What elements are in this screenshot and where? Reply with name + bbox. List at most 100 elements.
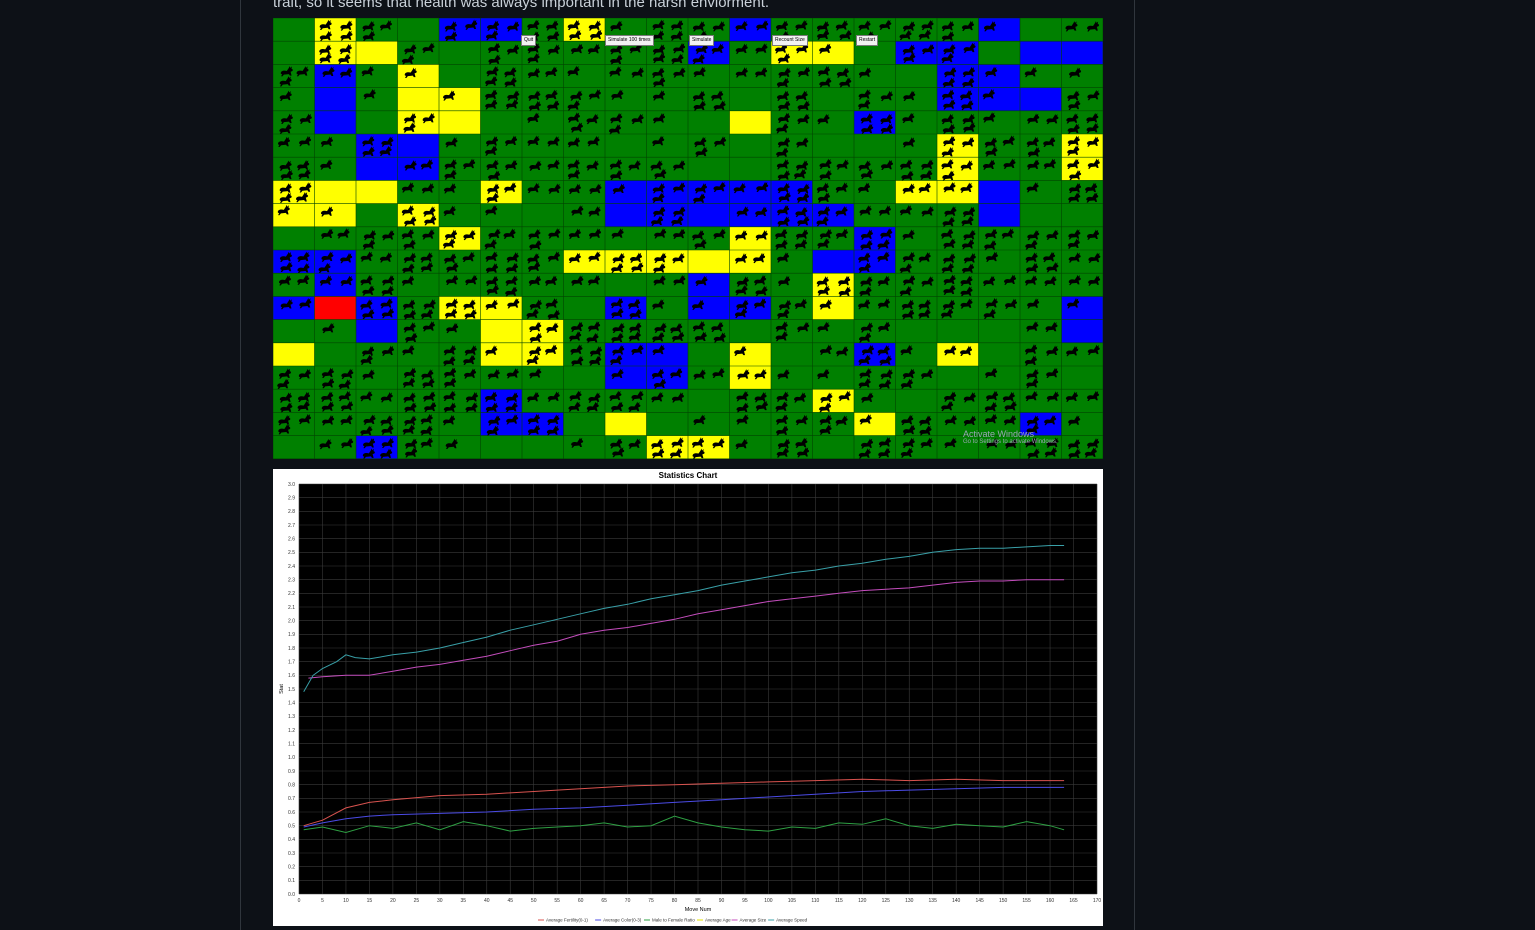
grid-cell[interactable] (729, 412, 772, 437)
grid-cell[interactable] (1020, 87, 1062, 112)
grid-cell[interactable] (895, 180, 938, 205)
grid-cell[interactable] (1061, 319, 1104, 344)
grid-cell[interactable] (895, 412, 938, 437)
grid-cell[interactable] (397, 412, 440, 437)
grid-cell[interactable] (1061, 203, 1104, 228)
grid-cell[interactable] (314, 157, 357, 181)
grid-cell[interactable] (729, 41, 772, 65)
grid-cell[interactable] (688, 110, 730, 135)
grid-cell[interactable] (480, 203, 523, 228)
grid-cell[interactable] (356, 110, 398, 135)
grid-cell[interactable] (771, 342, 813, 367)
grid-cell[interactable] (688, 134, 730, 158)
grid-cell[interactable] (812, 296, 855, 321)
simulate-button[interactable]: Simulate (689, 35, 715, 46)
grid-cell[interactable] (1020, 203, 1062, 228)
grid-cell[interactable] (439, 319, 481, 344)
grid-cell[interactable] (397, 18, 440, 42)
grid-cell[interactable] (314, 226, 357, 251)
grid-cell[interactable] (895, 296, 938, 321)
grid-cell[interactable] (356, 203, 398, 228)
grid-cell[interactable] (812, 435, 855, 459)
grid-cell[interactable] (729, 296, 772, 321)
grid-cell[interactable] (937, 342, 979, 367)
grid-cell[interactable] (729, 110, 772, 135)
grid-cell[interactable] (356, 87, 398, 112)
grid-cell[interactable] (563, 41, 606, 65)
grid-cell[interactable] (522, 366, 564, 390)
grid-cell[interactable] (439, 110, 481, 135)
grid-cell[interactable] (356, 18, 398, 42)
grid-cell[interactable] (563, 64, 606, 89)
grid-cell[interactable] (729, 366, 772, 390)
grid-cell[interactable] (978, 64, 1021, 89)
grid-cell[interactable] (812, 250, 855, 274)
grid-cell[interactable] (522, 435, 564, 459)
grid-cell[interactable] (563, 110, 606, 135)
grid-cell[interactable] (1061, 412, 1104, 437)
grid-cell[interactable] (314, 296, 357, 321)
grid-cell[interactable] (771, 273, 813, 297)
grid-cell[interactable] (273, 273, 315, 297)
grid-cell[interactable] (522, 319, 564, 344)
grid-cell[interactable] (688, 250, 730, 274)
grid-cell[interactable] (273, 18, 315, 42)
grid-cell[interactable] (895, 134, 938, 158)
grid-cell[interactable] (439, 134, 481, 158)
grid-cell[interactable] (563, 296, 606, 321)
grid-cell[interactable] (522, 203, 564, 228)
grid-cell[interactable] (563, 412, 606, 437)
grid-cell[interactable] (978, 203, 1021, 228)
grid-cell[interactable] (1020, 41, 1062, 65)
grid-cell[interactable] (1020, 296, 1062, 321)
grid-cell[interactable] (522, 64, 564, 89)
grid-cell[interactable] (771, 250, 813, 274)
grid-cell[interactable] (688, 157, 730, 181)
grid-cell[interactable] (646, 342, 689, 367)
grid-cell[interactable] (397, 157, 440, 181)
grid-cell[interactable] (522, 87, 564, 112)
grid-cell[interactable] (314, 342, 357, 367)
grid-cell[interactable] (356, 64, 398, 89)
grid-cell[interactable] (273, 319, 315, 344)
grid-cell[interactable] (356, 41, 398, 65)
grid-cell[interactable] (729, 87, 772, 112)
grid-cell[interactable] (522, 273, 564, 297)
grid-cell[interactable] (314, 319, 357, 344)
grid-cell[interactable] (314, 412, 357, 437)
recount-size-button[interactable]: Recount Size (772, 35, 808, 46)
grid-cell[interactable] (978, 18, 1021, 42)
grid-cell[interactable] (688, 366, 730, 390)
grid-cell[interactable] (978, 180, 1021, 205)
grid-cell[interactable] (1061, 64, 1104, 89)
grid-cell[interactable] (605, 87, 647, 112)
grid-cell[interactable] (812, 41, 855, 65)
grid-cell[interactable] (356, 250, 398, 274)
grid-cell[interactable] (1061, 41, 1104, 65)
grid-cell[interactable] (314, 180, 357, 205)
grid-cell[interactable] (480, 366, 523, 390)
grid-cell[interactable] (978, 319, 1021, 344)
grid-cell[interactable] (356, 366, 398, 390)
grid-cell[interactable] (605, 319, 647, 344)
grid-cell[interactable] (314, 87, 357, 112)
grid-cell[interactable] (937, 180, 979, 205)
grid-cell[interactable] (688, 342, 730, 367)
grid-cell[interactable] (812, 342, 855, 367)
grid-cell[interactable] (646, 296, 689, 321)
grid-cell[interactable] (729, 250, 772, 274)
grid-cell[interactable] (273, 250, 315, 274)
grid-cell[interactable] (480, 435, 523, 459)
grid-cell[interactable] (605, 412, 647, 437)
grid-cell[interactable] (605, 226, 647, 251)
grid-cell[interactable] (729, 435, 772, 459)
grid-cell[interactable] (1061, 250, 1104, 274)
grid-cell[interactable] (854, 134, 896, 158)
grid-cell[interactable] (978, 342, 1021, 367)
grid-cell[interactable] (1020, 134, 1062, 158)
grid-cell[interactable] (563, 435, 606, 459)
grid-cell[interactable] (812, 134, 855, 158)
grid-cell[interactable] (314, 134, 357, 158)
grid-cell[interactable] (729, 134, 772, 158)
grid-cell[interactable] (480, 319, 523, 344)
